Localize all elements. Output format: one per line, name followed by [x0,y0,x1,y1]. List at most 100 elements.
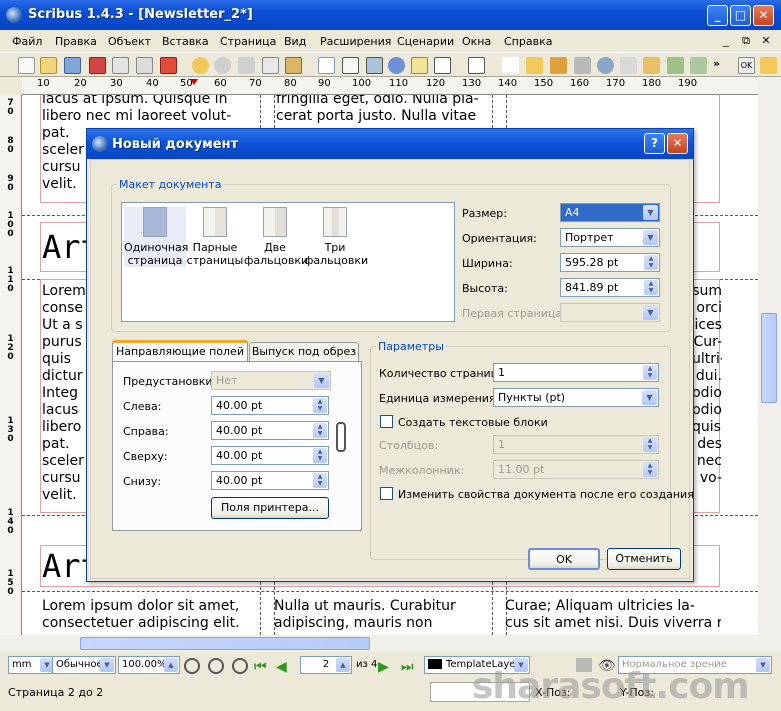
render-frame-icon[interactable] [388,57,405,74]
image-frame-icon[interactable] [366,57,383,74]
help-button[interactable]: ? [644,133,665,154]
toolbar-overflow-icon[interactable]: » [713,57,720,70]
unit-select[interactable]: Пункты (pt) ▼ [493,388,659,407]
zoom-in-icon[interactable] [232,658,248,674]
change-after-checkbox[interactable] [380,487,393,500]
shape-icon[interactable] [434,57,451,74]
polygon-icon[interactable] [468,57,485,74]
preflight-icon[interactable] [136,57,153,74]
minimize-button[interactable]: _ [707,5,728,26]
zoom-100-icon[interactable] [208,658,224,674]
page-number-input[interactable]: 2 ▲ [300,656,352,674]
presets-select[interactable]: Нет ▼ [211,371,331,390]
rotate-icon[interactable] [574,57,591,74]
line-icon[interactable] [502,57,519,74]
spin-icon[interactable]: ▲ ▼ [643,462,657,477]
zoom-icon[interactable] [597,57,614,74]
bezier-icon[interactable] [526,57,543,74]
menu-extensions[interactable]: Расширения [320,35,391,48]
spin-icon[interactable]: ▲ ▼ [643,437,657,452]
text-frame-icon[interactable] [342,57,359,74]
spin-icon[interactable]: ▲ ▼ [313,398,327,413]
dialog-close-button[interactable]: ✕ [667,133,688,154]
select-tool-icon[interactable] [318,57,335,74]
undo-icon[interactable] [192,57,209,74]
spin-icon[interactable]: ▲ ▼ [644,255,658,270]
menu-insert[interactable]: Вставка [162,35,209,48]
display-mode-select[interactable]: Обычное ▼ [52,656,116,674]
vertical-scrollbar[interactable] [758,77,781,635]
paste-icon[interactable] [285,57,302,74]
horizontal-scroll-thumb[interactable] [80,637,370,650]
freehand-icon[interactable] [550,57,567,74]
chain-link-icon[interactable] [336,422,346,452]
bottom-margin-input[interactable]: 40.00 pt ▲ ▼ [211,471,329,490]
maximize-button[interactable]: □ [730,5,751,26]
layout-trifold[interactable]: Три фальцовки [304,207,368,267]
menu-object[interactable]: Объект [108,35,151,48]
zoom-out-icon[interactable] [184,658,200,674]
ok-button[interactable]: OK [528,548,600,570]
tab-bleeds[interactable]: Выпуск под обрез [249,342,359,362]
cut-icon[interactable] [238,57,255,74]
text-frames-checkbox[interactable] [380,415,393,428]
redo-icon[interactable] [214,57,231,74]
vertical-scroll-thumb[interactable] [761,313,777,403]
menu-file[interactable]: Файл [12,35,42,48]
eye-icon[interactable] [760,57,777,74]
tab-margin-guides[interactable]: Направляющие полей [112,340,248,362]
layout-list[interactable]: Одиночная страница Парные страницы Две ф… [121,202,455,322]
menu-help[interactable]: Справка [504,35,552,48]
printer-margins-button[interactable]: Поля принтера... [211,497,329,519]
menu-view[interactable]: Вид [284,35,306,48]
copy-icon[interactable] [262,57,279,74]
menu-windows[interactable]: Окна [462,35,491,48]
next-page-icon[interactable]: ▶ [378,659,389,675]
pages-input[interactable]: 1 ▲ ▼ [493,363,659,382]
cancel-button[interactable]: Отменить [607,548,681,570]
story-editor-icon[interactable] [643,57,660,74]
last-page-icon[interactable]: ⏭ [401,659,414,675]
table-icon[interactable] [411,57,428,74]
menu-edit[interactable]: Правка [55,35,97,48]
edit-text-icon[interactable] [620,57,637,74]
prev-page-icon[interactable]: ◀ [276,659,287,675]
orientation-select[interactable]: Портрет ▼ [560,228,660,247]
print-icon[interactable] [112,57,129,74]
width-input[interactable]: 595.28 pt ▲ ▼ [560,253,660,272]
menu-page[interactable]: Страница [220,35,276,48]
spin-icon[interactable]: ▲ ▼ [313,423,327,438]
new-document-icon[interactable] [18,57,35,74]
preview-ok-icon[interactable]: OK [738,57,755,74]
left-margin-input[interactable]: 40.00 pt ▲ ▼ [211,396,329,415]
layout-single-page[interactable]: Одиночная страница [124,207,188,267]
spin-icon[interactable]: ▲ ▼ [643,365,657,380]
unlink-frames-icon[interactable] [690,57,707,74]
spin-icon[interactable]: ▲ ▼ [313,473,327,488]
right-margin-input[interactable]: 40.00 pt ▲ ▼ [211,421,329,440]
top-margin-input[interactable]: 40.00 pt ▲ ▼ [211,446,329,465]
export-pdf-icon[interactable] [160,57,177,74]
first-page-icon[interactable]: ⏮ [254,659,267,675]
horizontal-scrollbar[interactable] [0,635,781,652]
spin-icon[interactable]: ▲ ▼ [644,280,658,295]
height-input[interactable]: 841.89 pt ▲ ▼ [560,278,660,297]
mdi-minimize-icon[interactable]: _ [718,34,734,47]
open-icon[interactable] [40,57,57,74]
size-select[interactable]: A4 ▼ [560,203,660,222]
unit-select[interactable]: mm ▼ [8,656,56,674]
menu-scripts[interactable]: Сценарии [397,35,454,48]
zoom-input[interactable]: 100.00% ▲ [118,656,180,674]
link-frames-icon[interactable] [667,57,684,74]
columns-input[interactable]: 1 ▲ ▼ [493,435,659,454]
mdi-restore-icon[interactable]: ⧉ [738,34,754,48]
close-doc-icon[interactable] [89,57,106,74]
spin-icon[interactable]: ▲ ▼ [313,448,327,463]
close-window-button[interactable]: ✕ [753,5,774,26]
gap-input[interactable]: 11.00 pt ▲ ▼ [493,460,659,479]
first-page-select[interactable]: ▼ [560,303,660,322]
mdi-close-icon[interactable]: ✕ [758,34,774,47]
save-icon[interactable] [64,57,81,74]
layout-bifold[interactable]: Две фальцовки [244,207,308,267]
layout-facing-pages[interactable]: Парные страницы [184,207,246,267]
